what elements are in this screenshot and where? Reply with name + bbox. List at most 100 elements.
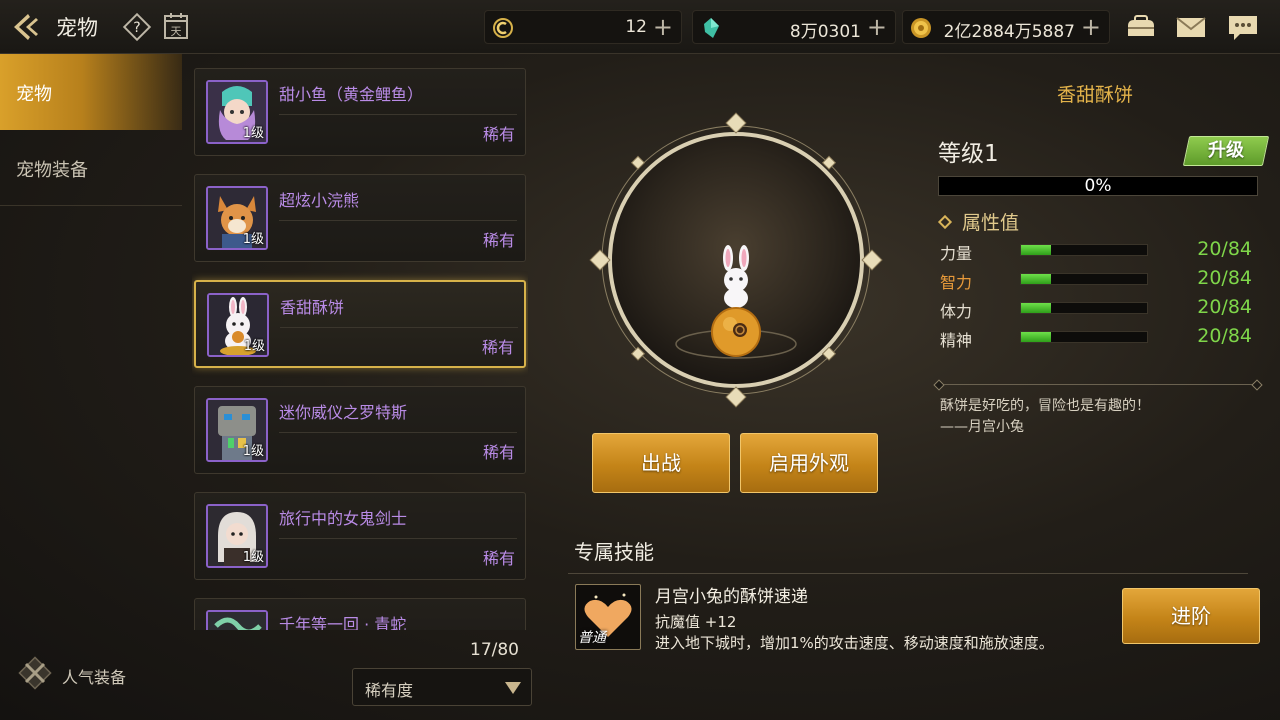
help-icon[interactable]: ? xyxy=(122,12,152,42)
divider xyxy=(938,384,1258,385)
pet-level: 1级 xyxy=(242,550,264,565)
xp-percent: 0% xyxy=(1084,176,1112,196)
pet-thumbnail: 1级 xyxy=(206,186,268,250)
pet-card[interactable]: 1级 千年等一回 · 青蛇 稀有 xyxy=(194,598,526,630)
pet-card[interactable]: 1级 迷你威仪之罗特斯 稀有 xyxy=(194,386,526,474)
svg-text:天: 天 xyxy=(171,25,182,38)
pet-rarity: 稀有 xyxy=(482,125,515,144)
flavor-signature: ——月宫小兔 xyxy=(940,419,1024,435)
nav-item-pet-equipment[interactable]: 宠物装备 xyxy=(0,130,182,206)
pet-card-selected[interactable]: 1级 香甜酥饼 稀有 xyxy=(194,280,526,368)
apply-appearance-button[interactable]: 启用外观 xyxy=(740,433,878,493)
attribute-label: 智力 xyxy=(940,273,973,292)
crystal-currency: 12 + xyxy=(484,10,682,44)
pet-level: 1级 xyxy=(242,444,264,459)
attribute-header: 属性值 xyxy=(937,208,1020,235)
popular-equipment-label: 人气装备 xyxy=(62,668,127,687)
sort-label: 稀有度 xyxy=(365,681,414,700)
attribute-row-intelligence: 智力 20/84 xyxy=(940,267,1260,293)
skill-section-title: 专属技能 xyxy=(574,540,654,564)
pet-name: 香甜酥饼 xyxy=(280,298,345,317)
attribute-header-label: 属性值 xyxy=(962,212,1020,234)
attribute-bar xyxy=(1020,244,1148,256)
skill-description: 进入地下城时，增加1%的攻击速度、移动速度和施放速度。 xyxy=(655,634,1054,652)
divider xyxy=(279,538,517,539)
gold-currency: 2亿2884万5887 + xyxy=(902,10,1110,44)
gold-coin-icon xyxy=(911,18,931,38)
divider xyxy=(279,114,517,115)
deploy-button[interactable]: 出战 xyxy=(592,433,730,493)
attribute-row-vitality: 体力 20/84 xyxy=(940,296,1260,322)
crystal-coin-icon xyxy=(493,18,513,38)
divider xyxy=(568,573,1248,574)
green-snake-pet-icon xyxy=(208,612,266,630)
green-gem-icon xyxy=(704,18,719,38)
skill-name: 月宫小兔的酥饼速递 xyxy=(655,587,808,607)
pet-thumbnail: 1级 xyxy=(206,504,268,568)
pet-rarity: 稀有 xyxy=(482,443,515,462)
nav-item-label: 宠物装备 xyxy=(16,160,88,181)
add-gold-button[interactable]: + xyxy=(1081,14,1101,40)
skill-icon[interactable]: 普通 xyxy=(575,584,641,650)
gold-value: 2亿2884万5887 xyxy=(943,22,1075,42)
pet-level: 1级 xyxy=(242,126,264,141)
dropdown-arrow-icon xyxy=(505,682,521,694)
advance-button[interactable]: 进阶 xyxy=(1122,588,1260,644)
popular-equipment-button[interactable]: 人气装备 xyxy=(16,654,176,694)
pet-name: 迷你威仪之罗特斯 xyxy=(279,403,408,422)
skill-stat: 抗魔值 +12 xyxy=(655,613,737,631)
calendar-icon[interactable]: 天 xyxy=(162,11,190,41)
skill-tag: 普通 xyxy=(578,630,606,646)
pet-level: 1级 xyxy=(242,232,264,247)
rabbit-on-mooncake-sprite xyxy=(711,245,761,357)
attribute-label: 力量 xyxy=(940,244,973,263)
bag-icon[interactable] xyxy=(1124,12,1158,42)
attribute-bar xyxy=(1020,273,1148,285)
pet-card[interactable]: 1级 甜小鱼（黄金鲤鱼） 稀有 xyxy=(194,68,526,156)
diamond-bullet-icon xyxy=(937,214,953,230)
chat-icon[interactable] xyxy=(1226,12,1260,42)
nav-item-pets[interactable]: 宠物 xyxy=(0,54,182,130)
pet-card[interactable]: 1级 旅行中的女鬼剑士 稀有 xyxy=(194,492,526,580)
page-title: 宠物 xyxy=(56,16,98,40)
back-arrow-icon[interactable] xyxy=(8,10,44,44)
nav-item-label: 宠物 xyxy=(16,84,52,105)
add-gem-button[interactable]: + xyxy=(867,14,887,40)
attribute-value: 20/84 xyxy=(1197,267,1252,289)
upgrade-label: 升级 xyxy=(1208,140,1244,161)
crystal-value: 12 xyxy=(625,17,647,37)
top-bar: 宠物 ? 天 12 + 8万0301 + 2亿2884万5887 + xyxy=(0,0,1280,54)
attribute-value: 20/84 xyxy=(1197,325,1252,347)
pet-rarity: 稀有 xyxy=(482,549,515,568)
upgrade-button[interactable]: 升级 xyxy=(1182,136,1270,166)
xp-progress-bar: 0% xyxy=(938,176,1258,196)
gem-value: 8万0301 xyxy=(789,22,861,42)
gem-currency: 8万0301 + xyxy=(692,10,896,44)
pet-rarity: 稀有 xyxy=(481,338,514,357)
divider xyxy=(279,220,517,221)
pet-list[interactable]: 1级 甜小鱼（黄金鲤鱼） 稀有 1级 超炫小浣熊 稀有 1级 香甜酥饼 稀有 1… xyxy=(192,66,528,630)
attribute-value: 20/84 xyxy=(1197,296,1252,318)
pet-name: 千年等一回 · 青蛇 xyxy=(279,615,407,630)
attribute-bar xyxy=(1020,302,1148,314)
pet-name: 超炫小浣熊 xyxy=(279,191,360,210)
pet-detail-name: 香甜酥饼 xyxy=(1056,84,1133,106)
sort-dropdown[interactable]: 稀有度 xyxy=(352,668,532,706)
pet-thumbnail: 1级 xyxy=(207,293,269,357)
pet-level-label: 等级1 xyxy=(938,141,999,167)
attribute-label: 体力 xyxy=(940,302,973,321)
attribute-value: 20/84 xyxy=(1197,238,1252,260)
crossed-swords-icon xyxy=(18,656,52,690)
svg-text:?: ? xyxy=(133,20,140,36)
pet-thumbnail: 1级 xyxy=(206,80,268,144)
flavor-text: 酥饼是好吃的，冒险也是有趣的！ ——月宫小兔 xyxy=(940,396,1150,438)
pet-card[interactable]: 1级 超炫小浣熊 稀有 xyxy=(194,174,526,262)
divider xyxy=(280,327,518,328)
attribute-row-spirit: 精神 20/84 xyxy=(940,325,1260,351)
pet-thumbnail: 1级 xyxy=(206,398,268,462)
add-crystal-button[interactable]: + xyxy=(653,14,673,40)
divider xyxy=(279,432,517,433)
mail-icon[interactable] xyxy=(1174,12,1208,42)
attribute-label: 精神 xyxy=(940,331,973,350)
pet-name: 甜小鱼（黄金鲤鱼） xyxy=(279,85,424,104)
